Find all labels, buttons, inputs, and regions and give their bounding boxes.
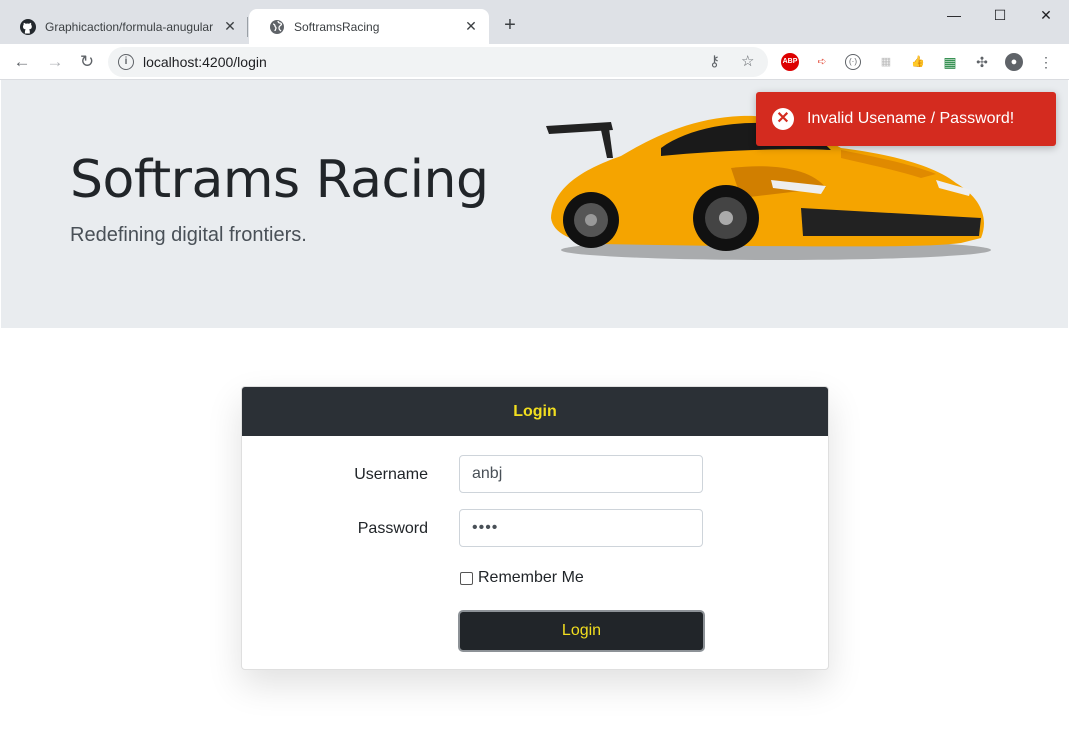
toast-message: Invalid Usename / Password! (807, 110, 1015, 127)
login-card-header: Login (242, 387, 828, 436)
page-content: Softrams Racing Redefining digital front… (1, 80, 1068, 736)
tab-label: Graphicaction/formula-anugular (45, 19, 214, 34)
tab-strip: Graphicaction/formula-anugular ✕ Softram… (0, 0, 1069, 44)
error-x-icon: ✕ (772, 108, 794, 130)
address-url[interactable]: localhost:4200/login (143, 54, 267, 70)
password-label: Password (357, 520, 428, 537)
extension-arrow-icon[interactable]: ➪ (813, 53, 831, 71)
reload-icon[interactable]: ↻ (75, 50, 99, 74)
github-icon (20, 18, 36, 35)
site-info-icon[interactable]: i (118, 54, 134, 70)
close-tab-icon[interactable]: ✕ (463, 18, 479, 34)
forward-arrow-icon[interactable]: → (43, 50, 67, 74)
back-arrow-icon[interactable]: ← (10, 50, 34, 74)
bookmark-star-icon[interactable]: ☆ (741, 52, 754, 70)
close-window-button[interactable]: ✕ (1023, 0, 1069, 32)
profile-avatar-icon[interactable]: ● (1005, 53, 1023, 71)
maximize-button[interactable]: ☐ (977, 0, 1023, 32)
login-button[interactable]: Login (458, 610, 705, 652)
browser-toolbar: ← → ↻ i localhost:4200/login ⚷ ☆ ABP ➪ (… (0, 44, 1069, 80)
remember-me-checkbox[interactable] (460, 571, 473, 585)
error-toast[interactable]: ✕ Invalid Usename / Password! (756, 92, 1056, 146)
tab-label: SoftramsRacing (294, 19, 380, 34)
remember-me-label[interactable]: Remember Me (478, 569, 584, 587)
close-tab-icon[interactable]: ✕ (222, 18, 238, 34)
username-input[interactable]: anbj (459, 455, 703, 493)
sheets-icon[interactable]: ▦ (941, 53, 959, 71)
login-card: Login Username anbj Password •••• Rememb… (241, 386, 829, 670)
extension-grid-icon[interactable]: ▦ (877, 53, 895, 71)
hero-title: Softrams Racing (70, 150, 489, 210)
tab-divider (247, 17, 248, 37)
username-label: Username (354, 466, 428, 483)
tab-softrams[interactable]: SoftramsRacing ✕ (249, 9, 489, 44)
adblock-icon[interactable]: ABP (781, 53, 799, 71)
new-tab-button[interactable]: + (497, 13, 523, 39)
puzzle-icon[interactable]: ✣ (973, 53, 991, 71)
remember-me[interactable]: Remember Me (460, 569, 584, 587)
address-bar[interactable]: i localhost:4200/login ⚷ ☆ (108, 47, 768, 77)
tab-github[interactable]: Graphicaction/formula-anugular ✕ (0, 9, 248, 44)
hero-subtitle: Redefining digital frontiers. (70, 224, 307, 246)
key-icon[interactable]: ⚷ (709, 52, 720, 70)
thumbs-up-icon[interactable]: 👍 (909, 53, 927, 71)
globe-icon (269, 19, 285, 35)
extension-circle-icon[interactable]: (·) (845, 54, 861, 70)
menu-kebab-icon[interactable]: ⋮ (1037, 53, 1055, 71)
password-input[interactable]: •••• (459, 509, 703, 547)
minimize-button[interactable]: — (931, 0, 977, 32)
